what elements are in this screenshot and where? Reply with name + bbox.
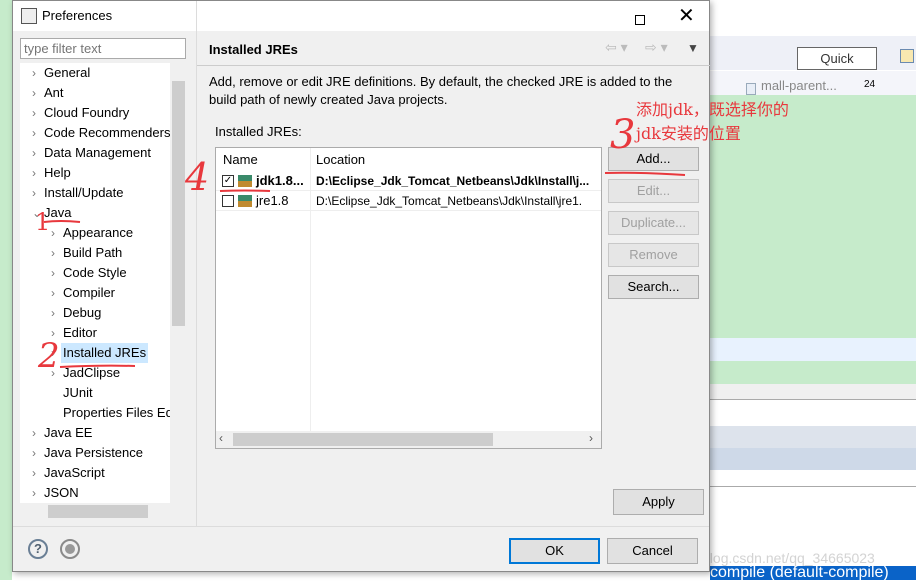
underline-add	[604, 171, 686, 176]
underline-jdk	[219, 189, 271, 192]
underline-java	[43, 220, 81, 223]
annotation-underlines	[43, 171, 686, 368]
underline-installed-jres	[59, 364, 136, 368]
